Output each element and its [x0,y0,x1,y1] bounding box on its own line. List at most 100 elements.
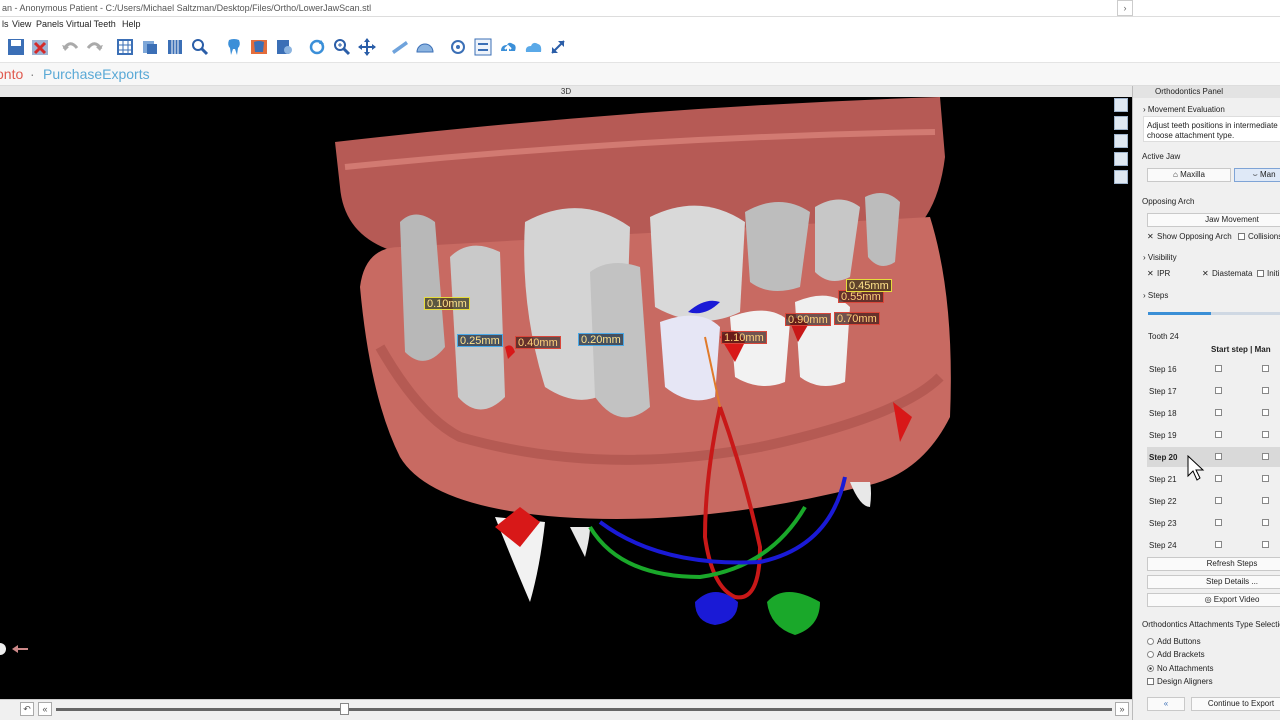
back-button[interactable]: « [1147,697,1185,711]
manual-checkbox[interactable] [1262,541,1269,548]
active-jaw-label: Active Jaw [1142,152,1181,161]
menu-panels[interactable]: Panels [36,19,64,29]
view-tool-5-icon[interactable] [1114,170,1128,184]
save-icon[interactable] [6,37,26,57]
menu-bar: ls View Panels Virtual Teeth Help [0,17,1280,33]
brand-dot: · [30,66,35,82]
measurement-label: 0.45mm [846,279,892,292]
color-teeth-icon[interactable] [249,37,269,57]
cloud-icon[interactable] [523,37,543,57]
no-attachments-radio[interactable]: No Attachments [1147,664,1213,673]
prev-icon[interactable]: « [38,702,52,716]
rotate-icon[interactable] [307,37,327,57]
section-visibility[interactable]: › Visibility [1143,253,1177,262]
manual-checkbox[interactable] [1262,453,1269,460]
jaw-model[interactable] [0,97,1132,699]
table-row[interactable]: Step 22 [1147,491,1280,511]
menu-virtual-teeth[interactable]: Virtual Teeth [66,19,116,29]
add-buttons-radio[interactable]: Add Buttons [1147,637,1201,646]
section-steps[interactable]: › Steps [1143,291,1168,300]
menu-help[interactable]: Help [122,19,141,29]
ipr-checkbox[interactable]: ✕ IPR [1147,269,1170,278]
start-step-checkbox[interactable] [1215,519,1222,526]
start-step-checkbox[interactable] [1215,541,1222,548]
search-icon[interactable] [190,37,210,57]
start-step-checkbox[interactable] [1215,475,1222,482]
layers-icon[interactable] [140,37,160,57]
upload-icon[interactable] [498,37,518,57]
jaw-movement-button[interactable]: Jaw Movement [1147,213,1280,227]
table-row[interactable]: Step 19 [1147,425,1280,445]
export-video-button[interactable]: ◎ Export Video [1147,593,1280,607]
refresh-steps-button[interactable]: Refresh Steps [1147,557,1280,571]
view-tool-1-icon[interactable] [1114,98,1128,112]
show-opposing-arch-checkbox[interactable]: ✕ Show Opposing Arch [1147,232,1232,241]
initial-checkbox[interactable]: Initi [1257,269,1279,278]
start-step-checkbox[interactable] [1215,365,1222,372]
tooth-label: Tooth 24 [1148,332,1179,341]
manual-checkbox[interactable] [1262,475,1269,482]
brand-text[interactable]: PurchaseExports [43,66,150,82]
menu-tools[interactable]: ls [2,19,9,29]
swap-icon[interactable] [473,37,493,57]
manual-checkbox[interactable] [1262,519,1269,526]
section-movement-evaluation[interactable]: › Movement Evaluation [1143,105,1225,114]
table-row[interactable]: Step 17 [1147,381,1280,401]
start-step-checkbox[interactable] [1215,431,1222,438]
table-row-selected[interactable]: Step 20 [1147,447,1280,467]
measurement-label: 0.20mm [578,333,624,346]
timeline-track[interactable] [56,708,1112,711]
start-step-checkbox[interactable] [1215,387,1222,394]
timeline-thumb[interactable] [340,703,349,715]
table-row[interactable]: Step 16 [1147,359,1280,379]
continue-to-export-button[interactable]: Continue to Export [1191,697,1280,711]
scroll-right-icon[interactable]: › [1117,0,1133,16]
measurement-label: 0.90mm [785,313,831,326]
close-file-icon[interactable] [30,37,50,57]
manual-checkbox[interactable] [1262,365,1269,372]
mouse-cursor-icon [1187,455,1205,481]
menu-view[interactable]: View [12,19,31,29]
start-step-checkbox[interactable] [1215,409,1222,416]
table-row[interactable]: Step 21 [1147,469,1280,489]
manual-checkbox[interactable] [1262,497,1269,504]
expand-icon[interactable] [548,37,568,57]
start-step-column-header: Start step | Man [1211,345,1271,354]
occlusion-icon[interactable] [274,37,294,57]
manual-checkbox[interactable] [1262,387,1269,394]
teeth-chart-icon[interactable] [165,37,185,57]
view-tool-2-icon[interactable] [1114,116,1128,130]
view-tool-4-icon[interactable] [1114,152,1128,166]
redo-icon[interactable] [85,37,105,57]
pan-icon[interactable] [357,37,377,57]
table-row[interactable]: Step 24 [1147,535,1280,555]
manual-checkbox[interactable] [1262,409,1269,416]
start-step-checkbox[interactable] [1215,453,1222,460]
orthodontics-panel: Orthodontics Panel › Movement Evaluation… [1132,86,1280,720]
design-aligners-checkbox[interactable]: Design Aligners [1147,677,1213,686]
diastemata-checkbox[interactable]: ✕ Diastemata [1202,269,1252,278]
mandible-button[interactable]: ⌣ Man [1234,168,1280,182]
next-icon[interactable]: » [1115,702,1129,716]
reset-view-icon[interactable] [448,37,468,57]
3d-viewport[interactable]: 0.10mm 0.25mm 0.40mm 0.20mm 1.10mm 0.90m… [0,97,1132,699]
table-row[interactable]: Step 23 [1147,513,1280,533]
undo-icon[interactable] [60,37,80,57]
view-tool-3-icon[interactable] [1114,134,1128,148]
collisions-checkbox[interactable]: Collisions [1238,232,1280,241]
timeline-scrollbar[interactable]: ↶ « » [0,699,1132,718]
zoom-icon[interactable] [332,37,352,57]
add-brackets-radio[interactable]: Add Brackets [1147,650,1205,659]
step-details-button[interactable]: Step Details ... [1147,575,1280,589]
manual-checkbox[interactable] [1262,431,1269,438]
tooth-icon[interactable] [224,37,244,57]
first-icon[interactable]: ↶ [20,702,34,716]
maxilla-button[interactable]: ⌂ Maxilla [1147,168,1231,182]
table-row[interactable]: Step 18 [1147,403,1280,423]
grid-icon[interactable] [115,37,135,57]
panel-title: Orthodontics Panel [1133,86,1280,98]
protractor-icon[interactable] [415,37,435,57]
ruler-icon[interactable] [390,37,410,57]
toolbar [0,33,1280,63]
start-step-checkbox[interactable] [1215,497,1222,504]
